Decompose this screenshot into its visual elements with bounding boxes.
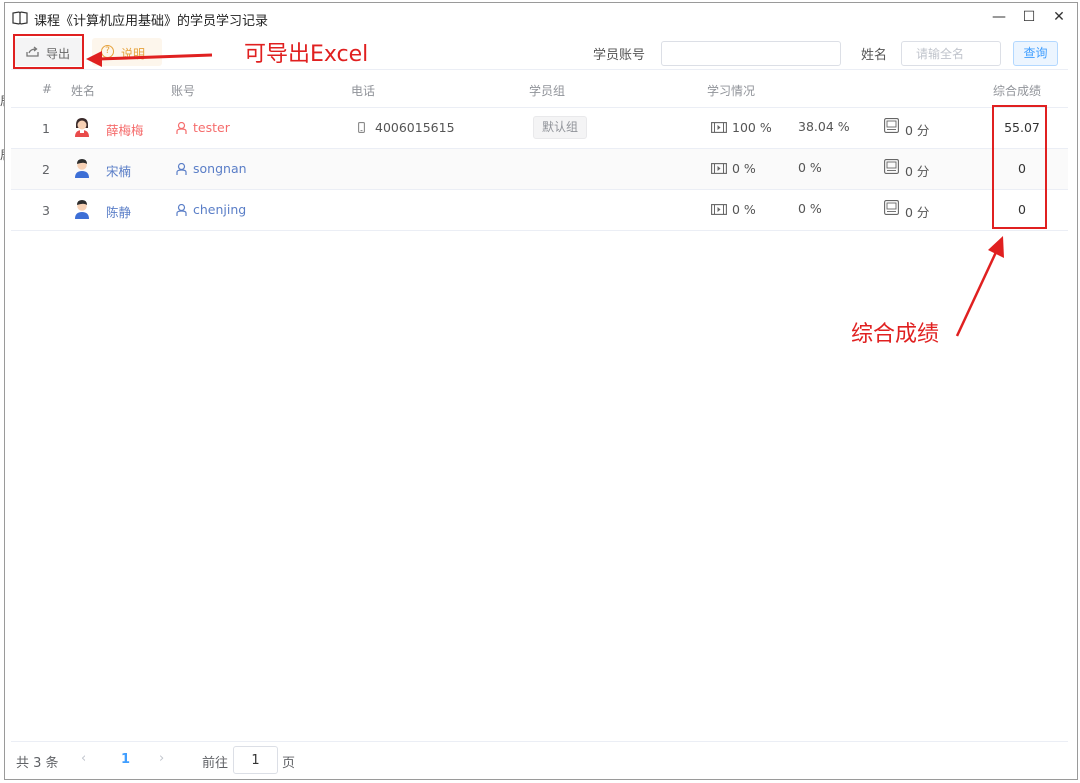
video-percent: 0 % — [732, 202, 756, 217]
pagination: 共 3 条 ‹ 1 › 前往 页 — [11, 741, 1068, 779]
exam-score: 0 分 — [905, 123, 930, 138]
exam-score: 0 分 — [905, 205, 930, 220]
video-percent: 0 % — [732, 161, 756, 176]
page-unit-label: 页 — [282, 756, 296, 771]
table-row[interactable]: 3 陈静 chenjing 0 % 0 % 0 分 0 — [11, 190, 1068, 231]
header-index: # — [42, 82, 53, 96]
table-row[interactable]: 1 薛梅梅 tester 4006015615 默认组 100 % 38.04 … — [11, 108, 1068, 149]
group-tag: 默认组 — [533, 116, 588, 139]
toolbar: 导出 ? 说明 学员账号 姓名 查询 — [5, 33, 1077, 69]
phone-icon — [358, 122, 365, 133]
maximize-button[interactable]: ☐ — [1019, 7, 1039, 27]
account-input[interactable] — [661, 41, 841, 66]
study-progress: 0 % — [798, 160, 822, 175]
score-highlight-box — [992, 105, 1047, 229]
dialog-window: 课程《计算机应用基础》的学员学习记录 — ☐ ✕ 导出 ? 说明 学员账号 姓名… — [4, 2, 1078, 780]
help-button[interactable]: ? 说明 — [92, 38, 162, 66]
help-label: 说明 — [121, 47, 146, 61]
header-study: 学习情况 — [707, 84, 756, 98]
book-icon — [12, 11, 28, 25]
row-index: 3 — [42, 203, 50, 218]
close-button[interactable]: ✕ — [1049, 7, 1069, 27]
prev-page-button[interactable]: ‹ — [81, 751, 86, 766]
table-row[interactable]: 2 宋楠 songnan 0 % 0 % 0 分 0 — [11, 149, 1068, 190]
header-group: 学员组 — [529, 84, 566, 98]
study-progress: 0 % — [798, 201, 822, 216]
exam-score: 0 分 — [905, 164, 930, 179]
video-percent: 100 % — [732, 120, 772, 135]
student-name[interactable]: 宋楠 — [106, 161, 131, 180]
user-icon — [176, 204, 187, 216]
video-icon — [711, 204, 727, 215]
header-account: 账号 — [171, 84, 196, 98]
study-progress: 38.04 % — [798, 119, 850, 134]
male-avatar-icon — [75, 200, 89, 219]
student-name[interactable]: 陈静 — [106, 202, 131, 221]
header-total: 综合成绩 — [993, 84, 1042, 98]
exam-icon — [884, 118, 899, 133]
user-icon — [176, 122, 187, 134]
goto-page-input[interactable] — [233, 746, 278, 774]
header-name: 姓名 — [71, 84, 96, 98]
header-phone: 电话 — [351, 84, 376, 98]
goto-label: 前往 — [202, 756, 229, 771]
query-button[interactable]: 查询 — [1013, 41, 1058, 66]
total-count: 共 3 条 — [16, 756, 59, 771]
male-avatar-icon — [75, 159, 89, 178]
exam-icon — [884, 159, 899, 174]
export-highlight-box — [13, 34, 84, 69]
window-title: 课程《计算机应用基础》的学员学习记录 — [34, 14, 269, 29]
female-avatar-icon — [75, 118, 89, 137]
student-account[interactable]: tester — [193, 120, 230, 135]
name-input[interactable] — [901, 41, 1001, 66]
student-name[interactable]: 薛梅梅 — [106, 120, 144, 139]
row-index: 2 — [42, 162, 50, 177]
exam-icon — [884, 200, 899, 215]
account-filter-label: 学员账号 — [593, 48, 646, 63]
user-icon — [176, 163, 187, 175]
question-icon: ? — [101, 45, 114, 58]
video-icon — [711, 122, 727, 133]
title-bar: 课程《计算机应用基础》的学员学习记录 — ☐ ✕ — [5, 3, 1077, 33]
row-index: 1 — [42, 121, 50, 136]
minimize-button[interactable]: — — [989, 7, 1009, 27]
student-account[interactable]: songnan — [193, 161, 247, 176]
video-icon — [711, 163, 727, 174]
records-table: # 姓名 账号 电话 学员组 学习情况 综合成绩 1 薛梅梅 tester 40… — [11, 69, 1068, 231]
next-page-button[interactable]: › — [159, 751, 164, 766]
page-number-current[interactable]: 1 — [121, 752, 130, 767]
student-phone: 4006015615 — [375, 120, 455, 135]
table-header: # 姓名 账号 电话 学员组 学习情况 综合成绩 — [11, 69, 1068, 108]
export-annotation: 可导出Excel — [244, 42, 369, 67]
score-annotation: 综合成绩 — [851, 322, 940, 347]
name-filter-label: 姓名 — [861, 48, 888, 63]
student-account[interactable]: chenjing — [193, 202, 246, 217]
